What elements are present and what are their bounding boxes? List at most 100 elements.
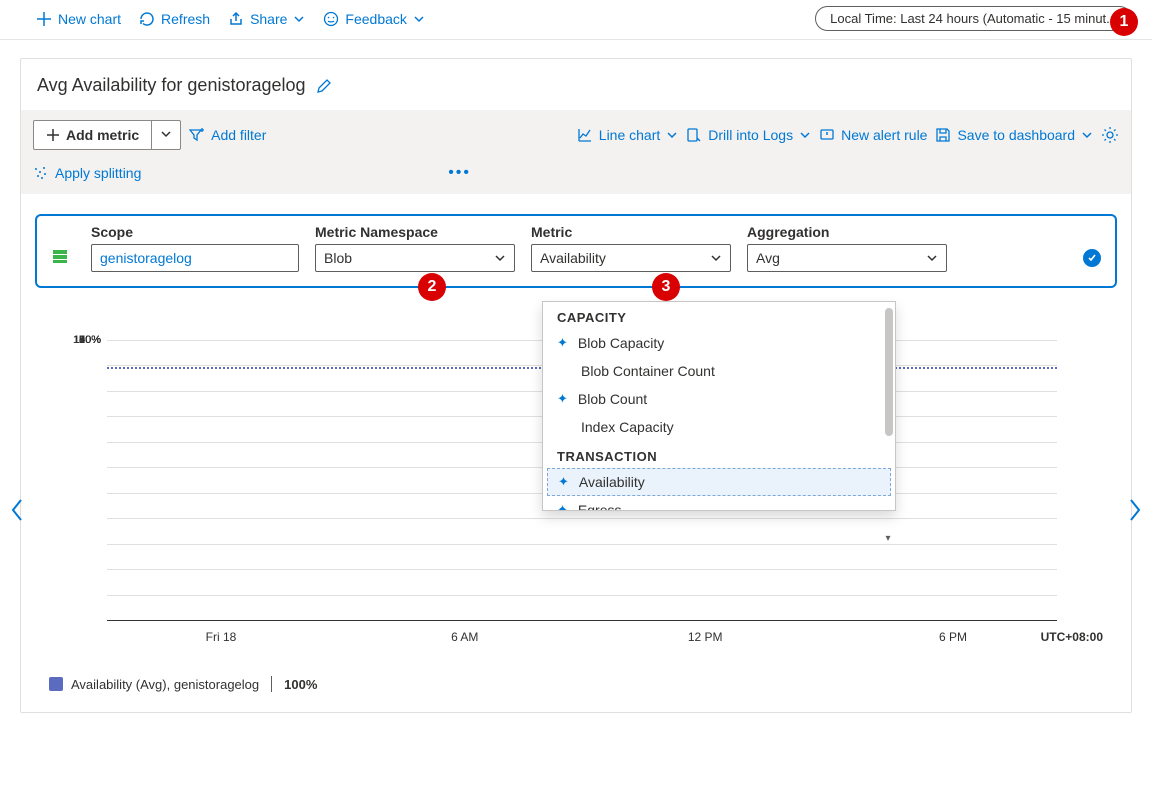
feedback-button[interactable]: Feedback	[323, 11, 424, 27]
chevron-down-icon	[710, 252, 722, 264]
dropdown-item[interactable]: Index Capacity	[543, 413, 895, 441]
chevron-down-icon	[494, 252, 506, 264]
scroll-down-arrow[interactable]: ▾	[883, 534, 893, 544]
dropdown-item[interactable]: ✦ Blob Capacity	[543, 329, 895, 357]
metric-icon: ✦	[557, 391, 568, 407]
refresh-icon	[139, 11, 155, 27]
x-axis-labels: Fri 18 6 AM 12 PM 6 PM	[107, 630, 1057, 644]
callout-badge-3: 3	[652, 273, 680, 301]
scope-icon	[51, 247, 69, 268]
timezone-label: UTC+08:00	[1041, 630, 1103, 644]
chevron-down-icon	[160, 128, 172, 140]
smiley-icon	[323, 11, 339, 27]
chevron-down-icon	[926, 252, 938, 264]
pencil-icon[interactable]	[316, 78, 332, 94]
chart-legend: Availability (Avg), genistoragelog 100%	[49, 676, 1117, 692]
dropdown-item[interactable]: ✦ Egress	[543, 496, 895, 510]
legend-value: 100%	[284, 677, 317, 692]
logs-icon	[686, 127, 702, 143]
metric-icon: ✦	[557, 335, 568, 351]
dropdown-group-capacity: CAPACITY	[543, 302, 895, 329]
namespace-value: Blob	[324, 250, 352, 266]
more-options-button[interactable]: •••	[430, 164, 471, 182]
card-title-row: Avg Availability for genistoragelog	[21, 59, 1131, 110]
plus-icon	[36, 11, 52, 27]
new-alert-button[interactable]: New alert rule	[819, 127, 927, 143]
feedback-label: Feedback	[345, 11, 406, 27]
add-filter-button[interactable]: Add filter	[189, 127, 266, 143]
confirm-check-icon[interactable]	[1083, 249, 1101, 267]
top-toolbar: New chart Refresh Share Feedback Local T…	[0, 0, 1152, 40]
settings-button[interactable]	[1101, 126, 1119, 144]
filter-row-2: Apply splitting •••	[33, 164, 1119, 182]
metric-value: Availability	[540, 250, 606, 266]
chart-nav-prev[interactable]	[8, 496, 26, 530]
x-tick: Fri 18	[206, 630, 237, 644]
scope-value: genistoragelog	[100, 250, 192, 266]
save-icon	[935, 127, 951, 143]
line-chart-button[interactable]: Line chart	[577, 127, 678, 143]
share-label: Share	[250, 11, 287, 27]
metric-dropdown-panel: CAPACITY ✦ Blob Capacity Blob Container …	[542, 301, 896, 511]
chart-nav-next[interactable]	[1126, 496, 1144, 530]
share-icon	[228, 11, 244, 27]
drill-logs-button[interactable]: Drill into Logs	[686, 127, 811, 143]
dropdown-item[interactable]: Blob Container Count	[543, 357, 895, 385]
splitting-icon	[33, 165, 49, 181]
line-chart-label: Line chart	[599, 127, 660, 143]
add-metric-button[interactable]: Add metric	[33, 120, 181, 150]
namespace-field: Metric Namespace Blob	[315, 224, 515, 272]
scope-select[interactable]: genistoragelog	[91, 244, 299, 272]
metric-selector: Scope genistoragelog Metric Namespace Bl…	[35, 214, 1117, 288]
aggregation-field: Aggregation Avg	[747, 224, 947, 272]
add-metric-dropdown[interactable]	[152, 121, 180, 149]
new-alert-label: New alert rule	[841, 127, 927, 143]
namespace-label: Metric Namespace	[315, 224, 515, 240]
save-dashboard-button[interactable]: Save to dashboard	[935, 127, 1093, 143]
metric-field: Metric Availability	[531, 224, 731, 272]
new-chart-button[interactable]: New chart	[36, 11, 121, 27]
drill-logs-label: Drill into Logs	[708, 127, 793, 143]
metric-icon: ✦	[557, 502, 568, 510]
dropdown-item[interactable]: ✦ Blob Count	[543, 385, 895, 413]
legend-swatch	[49, 677, 63, 691]
metric-icon: ✦	[558, 474, 569, 490]
dropdown-item-selected[interactable]: ✦ Availability	[547, 468, 891, 496]
line-chart-icon	[577, 127, 593, 143]
time-range-pill[interactable]: Local Time: Last 24 hours (Automatic - 1…	[815, 6, 1132, 31]
filter-plus-icon	[189, 127, 205, 143]
share-button[interactable]: Share	[228, 11, 305, 27]
aggregation-value: Avg	[756, 250, 780, 266]
y-tick: 0%	[85, 334, 101, 346]
x-tick: 6 PM	[939, 630, 967, 644]
callout-badge-2: 2	[418, 273, 446, 301]
apply-splitting-label: Apply splitting	[55, 165, 141, 181]
chevron-down-icon	[293, 13, 305, 25]
metric-label: Metric	[531, 224, 731, 240]
scroll-thumb[interactable]	[885, 308, 893, 436]
chevron-down-icon	[1081, 129, 1093, 141]
plus-icon	[46, 128, 60, 142]
x-tick: 12 PM	[688, 630, 723, 644]
chevron-down-icon	[799, 129, 811, 141]
namespace-select[interactable]: Blob	[315, 244, 515, 272]
dropdown-scrollbar[interactable]: ▴ ▾	[883, 308, 893, 542]
card-title-text: Avg Availability for genistoragelog	[37, 75, 306, 96]
scope-field: Scope genistoragelog	[91, 224, 299, 272]
chevron-down-icon	[666, 129, 678, 141]
filter-row-1: Add metric Add filter Line chart Drill i…	[33, 120, 1119, 150]
metric-select[interactable]: Availability	[531, 244, 731, 272]
add-filter-label: Add filter	[211, 127, 266, 143]
save-dashboard-label: Save to dashboard	[957, 127, 1075, 143]
aggregation-select[interactable]: Avg	[747, 244, 947, 272]
refresh-button[interactable]: Refresh	[139, 11, 210, 27]
apply-splitting-button[interactable]: Apply splitting	[33, 165, 141, 181]
filter-bar: Add metric Add filter Line chart Drill i…	[21, 110, 1131, 194]
add-metric-label: Add metric	[66, 127, 139, 143]
x-tick: 6 AM	[451, 630, 478, 644]
new-chart-label: New chart	[58, 11, 121, 27]
gear-icon	[1101, 126, 1119, 144]
scope-label: Scope	[91, 224, 299, 240]
dropdown-group-transaction: TRANSACTION	[543, 441, 895, 468]
aggregation-label: Aggregation	[747, 224, 947, 240]
